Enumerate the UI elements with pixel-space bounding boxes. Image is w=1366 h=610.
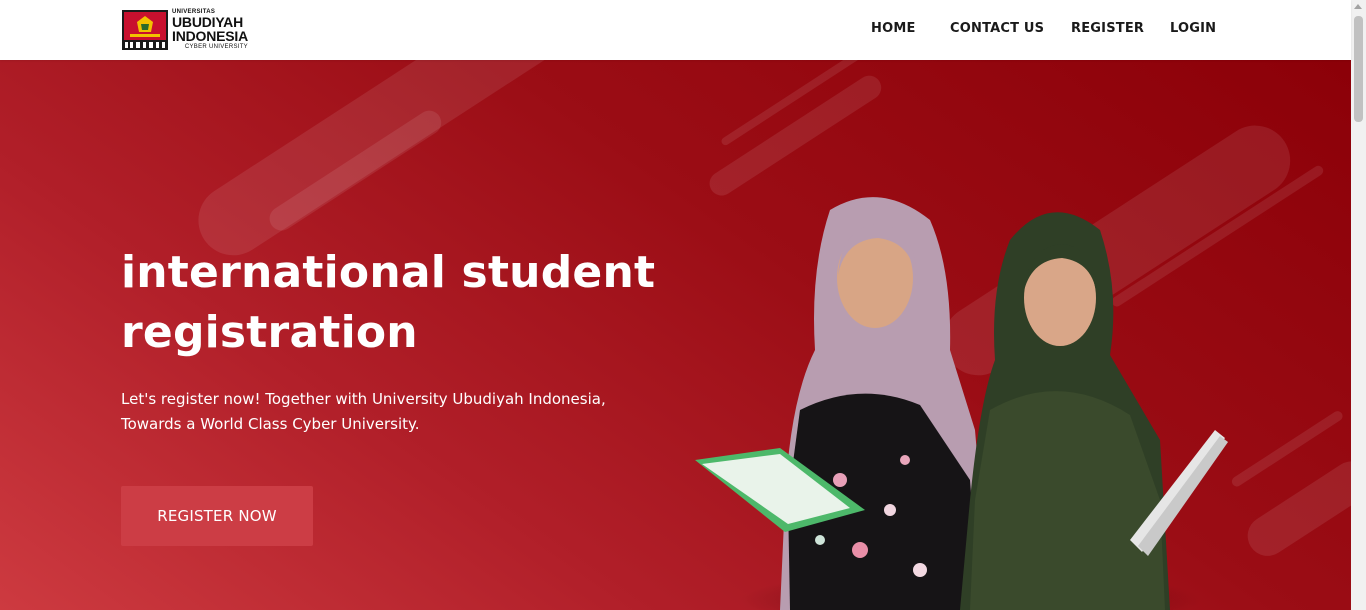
top-navbar: UNIVERSITAS UBUDIYAH INDONESIA CYBER UNI… [0,0,1351,60]
brand-logo[interactable]: UNIVERSITAS UBUDIYAH INDONESIA CYBER UNI… [122,8,252,52]
hero-banner: international student registration Let's… [0,60,1351,610]
scrollbar-thumb[interactable] [1354,16,1363,122]
nav-contact-us[interactable]: CONTACT US [950,21,1044,36]
hero-title: international student registration [121,247,656,358]
nav-register[interactable]: REGISTER [1071,21,1144,36]
brand-tagline: CYBER UNIVERSITY [184,44,248,50]
page-scrollbar[interactable] [1351,0,1366,610]
brand-wordmark: UNIVERSITAS UBUDIYAH INDONESIA CYBER UNI… [172,8,248,50]
register-now-button[interactable]: REGISTER NOW [121,486,313,546]
hero-subtitle: Let's register now! Together with Univer… [121,390,606,433]
students-photo [695,197,1228,610]
university-crest-icon [122,10,168,50]
brand-line2: INDONESIA [172,28,248,44]
brand-line1: UBUDIYAH [172,14,244,30]
scroll-up-icon[interactable] [1354,4,1362,9]
nav-home[interactable]: HOME [871,21,916,36]
nav-login[interactable]: LOGIN [1170,21,1216,36]
